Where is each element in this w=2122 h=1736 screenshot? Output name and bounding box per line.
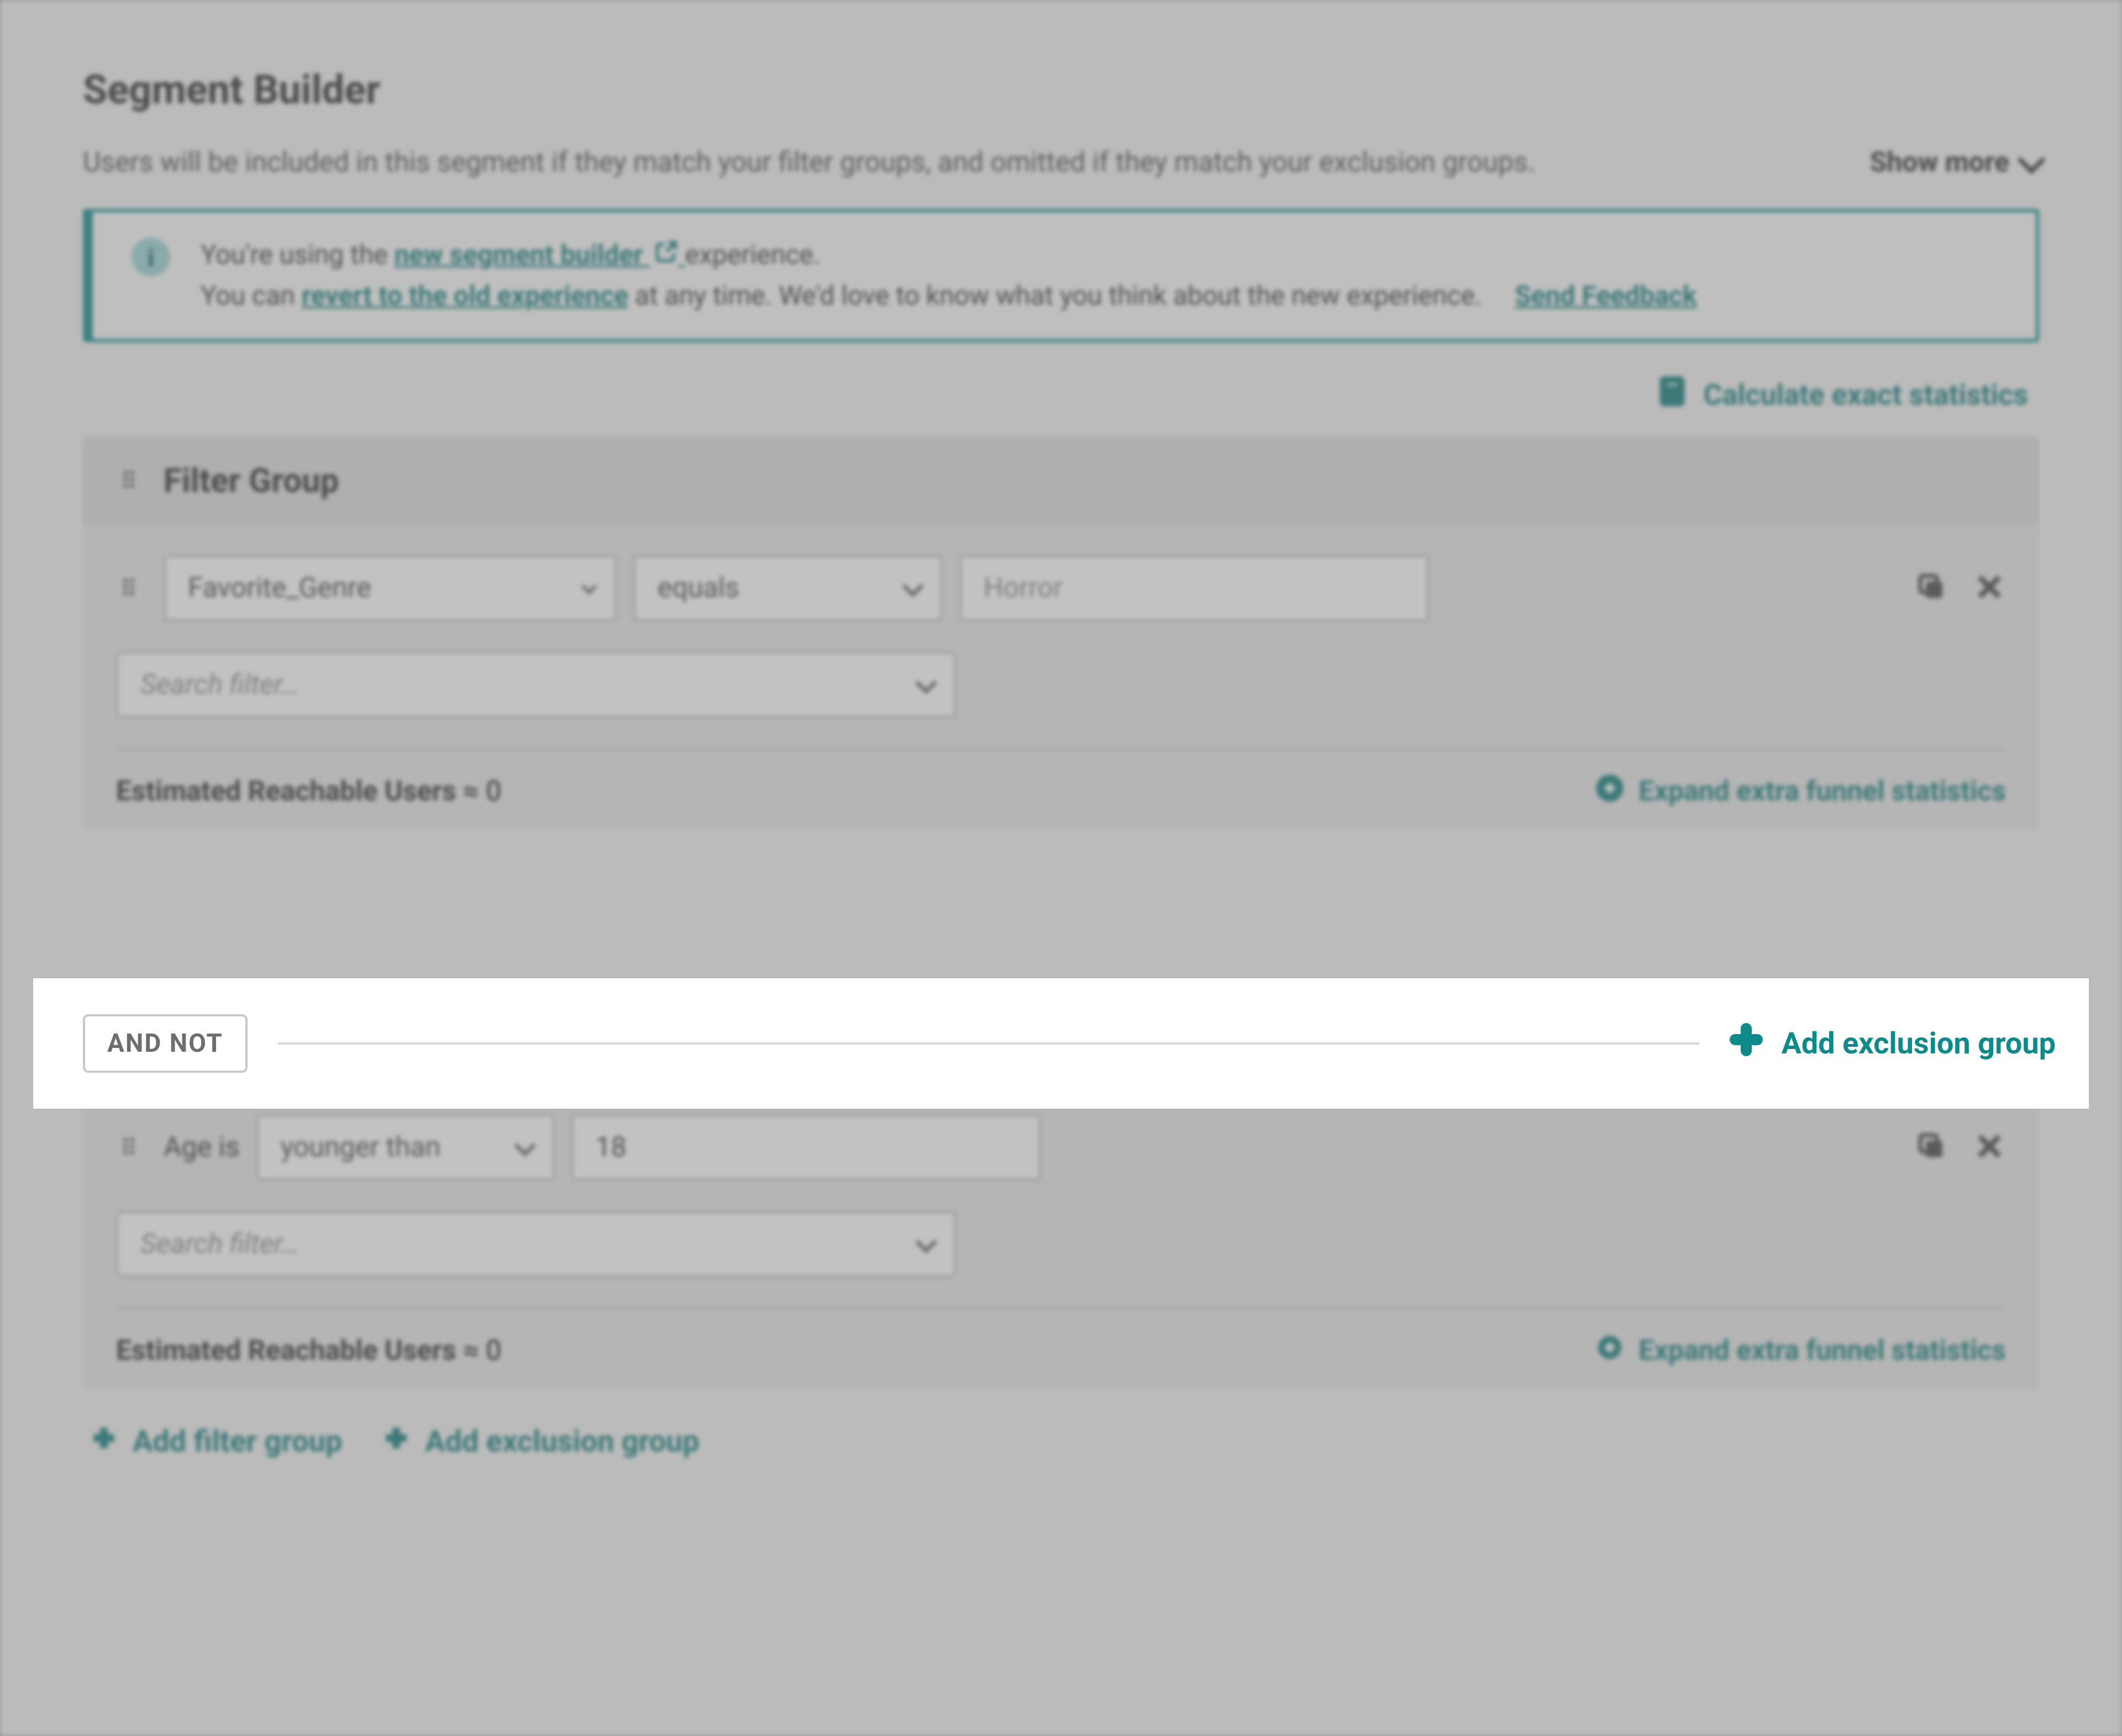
- filter-group-header: Filter Group: [83, 437, 2039, 525]
- chevron-down-icon: [915, 1231, 937, 1254]
- expand-label: Expand extra funnel statistics: [1638, 1335, 2006, 1367]
- chevron-down-icon: [2018, 146, 2046, 174]
- expand-stats-button[interactable]: Expand extra funnel statistics: [1594, 773, 2006, 811]
- chevron-down-icon: [514, 1135, 536, 1157]
- close-icon[interactable]: [1973, 570, 2006, 606]
- estimate-text: Estimated Reachable Users ≈ 0: [116, 1335, 501, 1367]
- plus-icon: [1730, 1023, 1763, 1064]
- value-input[interactable]: Horror: [959, 555, 1429, 621]
- filter-row: Age is younger than 18: [116, 1114, 2006, 1181]
- input-placeholder: Horror: [984, 572, 1063, 604]
- plus-icon: [381, 1423, 412, 1461]
- button-label: Add exclusion group: [1782, 1026, 2056, 1061]
- filter-prefix-label: Age is: [164, 1131, 240, 1163]
- plus-circle-icon: [1594, 1332, 1625, 1370]
- calculate-stats-button[interactable]: Calculate exact statistics: [83, 375, 2039, 415]
- expand-stats-button[interactable]: Expand extra funnel statistics: [1594, 1332, 2006, 1370]
- expand-label: Expand extra funnel statistics: [1638, 775, 2006, 807]
- operator-select[interactable]: younger than: [256, 1114, 555, 1181]
- and-not-separator-row: AND NOT Add exclusion group: [33, 978, 2089, 1109]
- filter-group-include: Filter Group Favorite_Genre equals Horro…: [83, 437, 2039, 830]
- info-text: You're using the: [201, 239, 394, 270]
- info-banner-body: You're using the new segment builder exp…: [201, 234, 1697, 317]
- chevron-down-icon: [902, 575, 924, 597]
- external-link-icon: [654, 234, 679, 275]
- add-exclusion-group-button[interactable]: Add exclusion group: [1730, 1023, 2056, 1064]
- select-value: younger than: [281, 1131, 441, 1163]
- estimate-label: Estimated Reachable Users ≈: [116, 775, 479, 807]
- drag-handle-icon[interactable]: [116, 574, 141, 602]
- copy-icon[interactable]: [1915, 1130, 1948, 1165]
- close-icon[interactable]: [1973, 1130, 2006, 1165]
- new-builder-link[interactable]: new segment builder: [394, 239, 685, 270]
- info-text: at any time. We'd love to know what you …: [635, 280, 1482, 311]
- plus-icon: [88, 1423, 119, 1461]
- link-text: new segment builder: [394, 239, 643, 270]
- drag-handle-icon[interactable]: [116, 1134, 141, 1161]
- button-label: Add filter group: [133, 1424, 342, 1459]
- estimate-label: Estimated Reachable Users ≈: [116, 1335, 479, 1367]
- search-filter-input[interactable]: Search filter…: [116, 1211, 956, 1277]
- copy-icon[interactable]: [1915, 570, 1948, 606]
- divider: [116, 1308, 2006, 1310]
- chevron-down-icon: [915, 672, 937, 694]
- page-description: Users will be included in this segment i…: [83, 146, 1535, 179]
- estimate-value: 0: [486, 1335, 501, 1367]
- send-feedback-link[interactable]: Send Feedback: [1515, 280, 1696, 311]
- value-input[interactable]: 18: [571, 1114, 1041, 1181]
- drag-handle-icon[interactable]: [116, 466, 141, 494]
- add-exclusion-group-button[interactable]: Add exclusion group: [381, 1423, 699, 1461]
- show-more-label: Show more: [1869, 146, 2009, 179]
- segment-builder-page: Segment Builder Users will be included i…: [0, 0, 2122, 1736]
- estimate-text: Estimated Reachable Users ≈ 0: [116, 775, 501, 807]
- attribute-select[interactable]: Favorite_Genre: [164, 555, 617, 621]
- description-row: Users will be included in this segment i…: [83, 146, 2039, 179]
- estimate-value: 0: [486, 775, 501, 807]
- info-banner: i You're using the new segment builder e…: [83, 209, 2039, 342]
- search-filter-input[interactable]: Search filter…: [116, 652, 956, 718]
- calc-stats-label: Calculate exact statistics: [1704, 378, 2028, 412]
- chevron-down-icon: [581, 579, 597, 595]
- filter-row: Favorite_Genre equals Horror: [116, 555, 2006, 621]
- separator-line: [278, 1042, 1699, 1045]
- info-text: You can: [201, 280, 302, 311]
- and-not-chip: AND NOT: [83, 1014, 248, 1073]
- plus-circle-icon: [1594, 773, 1625, 811]
- input-placeholder: Search filter…: [140, 1228, 300, 1260]
- revert-link[interactable]: revert to the old experience: [302, 280, 628, 311]
- info-text: experience.: [685, 239, 821, 270]
- divider: [116, 748, 2006, 751]
- calculator-icon: [1656, 375, 1688, 415]
- hl-spacer: [83, 863, 2039, 996]
- input-placeholder: Search filter…: [140, 669, 300, 701]
- operator-select[interactable]: equals: [633, 555, 943, 621]
- input-value: 18: [596, 1131, 627, 1163]
- show-more-toggle[interactable]: Show more: [1869, 146, 2039, 179]
- info-icon: i: [132, 238, 170, 276]
- select-value: Favorite_Genre: [188, 572, 371, 604]
- bottom-action-bar: Add filter group Add exclusion group: [83, 1423, 2039, 1461]
- page-title: Segment Builder: [83, 66, 2039, 113]
- button-label: Add exclusion group: [425, 1424, 699, 1459]
- add-filter-group-button[interactable]: Add filter group: [88, 1423, 342, 1461]
- select-value: equals: [658, 572, 739, 604]
- filter-group-title: Filter Group: [164, 461, 339, 500]
